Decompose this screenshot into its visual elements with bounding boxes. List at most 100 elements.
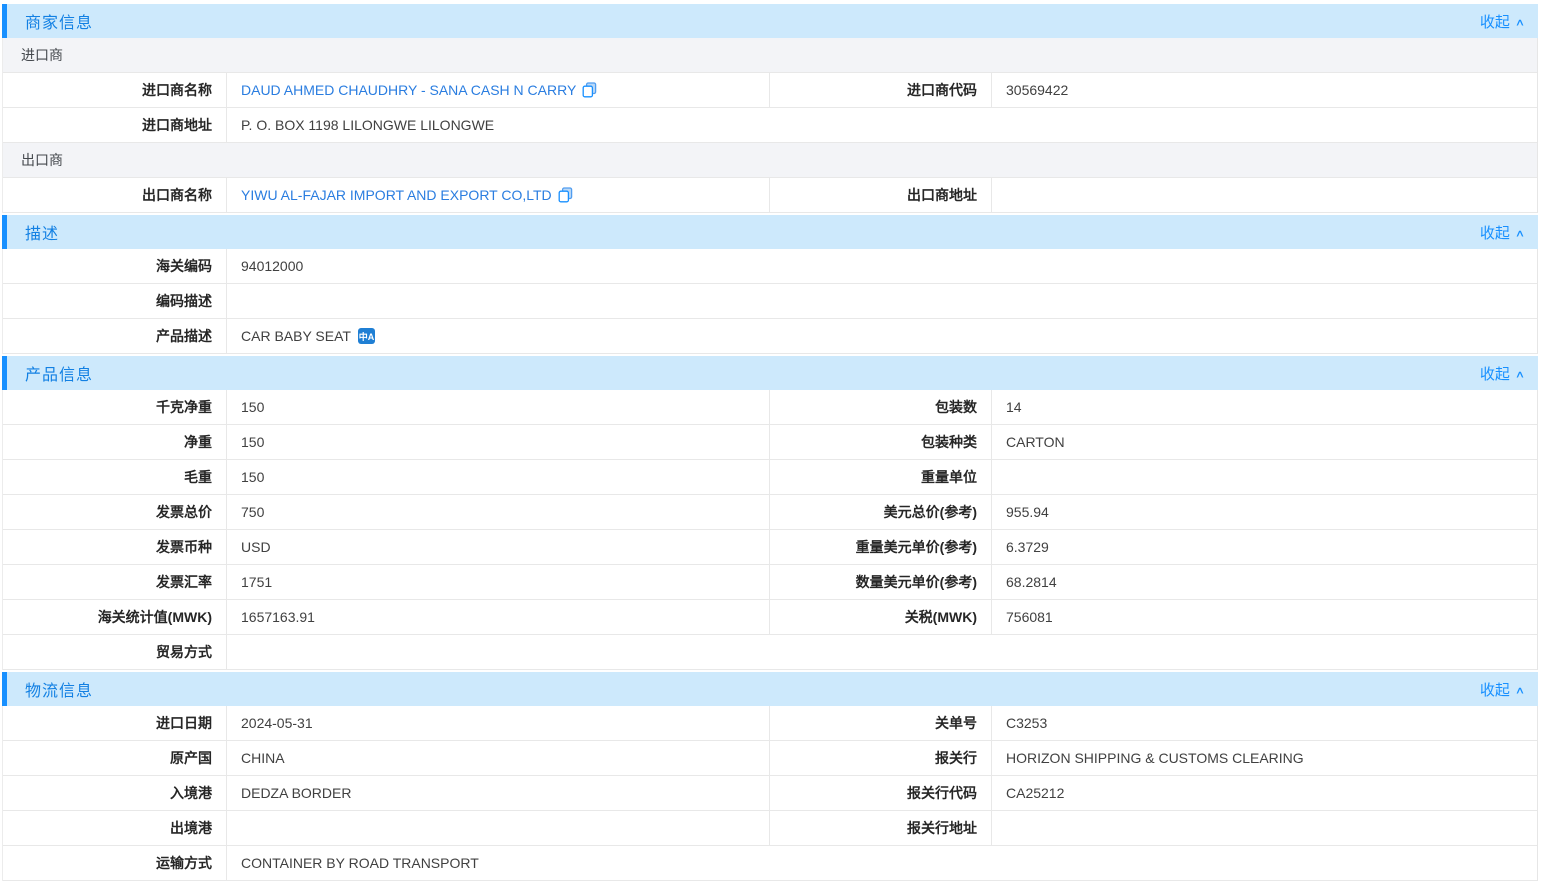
field-value: CAR BABY SEAT中A <box>227 319 1537 353</box>
field-label: 重量单位 <box>770 460 992 494</box>
table-row: 进口日期 2024-05-31 关单号 C3253 <box>3 706 1537 741</box>
collapse-toggle[interactable]: 收起 ∧ <box>1480 222 1524 243</box>
collapse-toggle[interactable]: 收起 ∧ <box>1480 679 1524 700</box>
translate-icon[interactable]: 中A <box>358 328 375 344</box>
field-label: 贸易方式 <box>3 635 227 669</box>
field-label: 关单号 <box>770 706 992 740</box>
field-value-text: 955.94 <box>1006 504 1049 520</box>
field-value: 68.2814 <box>992 565 1537 599</box>
field-label: 数量美元单价(参考) <box>770 565 992 599</box>
table-row: 原产国 CHINA 报关行 HORIZON SHIPPING & CUSTOMS… <box>3 741 1537 776</box>
section-merchant-info: 商家信息 收起 ∧ 进口商 进口商名称 DAUD AHMED CHAUDHRY … <box>2 4 1538 213</box>
section-title: 描述 <box>25 220 59 244</box>
section-rows: 进口商 进口商名称 DAUD AHMED CHAUDHRY - SANA CAS… <box>2 38 1538 213</box>
field-value: P. O. BOX 1198 LILONGWE LILONGWE <box>227 108 1537 142</box>
field-label: 发票币种 <box>3 530 227 564</box>
field-value-text: 150 <box>241 469 264 485</box>
field-value-text: 68.2814 <box>1006 574 1057 590</box>
field-label: 发票总价 <box>3 495 227 529</box>
field-value: 150 <box>227 390 770 424</box>
field-value: HORIZON SHIPPING & CUSTOMS CLEARING <box>992 741 1537 775</box>
field-label: 报关行代码 <box>770 776 992 810</box>
table-row: 进口商地址 P. O. BOX 1198 LILONGWE LILONGWE <box>3 108 1537 143</box>
field-value: CONTAINER BY ROAD TRANSPORT <box>227 846 1537 880</box>
field-value-text: CARTON <box>1006 434 1065 450</box>
field-label: 进口商名称 <box>3 73 227 107</box>
table-row: 毛重 150 重量单位 <box>3 460 1537 495</box>
collapse-label: 收起 <box>1480 363 1510 384</box>
field-label: 原产国 <box>3 741 227 775</box>
field-value-text: 150 <box>241 434 264 450</box>
field-value-text: P. O. BOX 1198 LILONGWE LILONGWE <box>241 117 494 133</box>
field-value-text: CA25212 <box>1006 785 1064 801</box>
field-value: DAUD AHMED CHAUDHRY - SANA CASH N CARRY <box>227 73 770 107</box>
group-row: 出口商 <box>3 143 1537 178</box>
chevron-up-icon: ∧ <box>1515 684 1525 696</box>
field-value-text: 1751 <box>241 574 272 590</box>
field-value-text: 14 <box>1006 399 1022 415</box>
field-value-text: 2024-05-31 <box>241 715 313 731</box>
field-value: 2024-05-31 <box>227 706 770 740</box>
company-link[interactable]: DAUD AHMED CHAUDHRY - SANA CASH N CARRY <box>241 82 576 98</box>
field-label: 运输方式 <box>3 846 227 880</box>
field-value: CHINA <box>227 741 770 775</box>
field-value-text: HORIZON SHIPPING & CUSTOMS CLEARING <box>1006 750 1304 766</box>
field-label: 入境港 <box>3 776 227 810</box>
collapse-toggle[interactable]: 收起 ∧ <box>1480 363 1524 384</box>
field-value-text: 6.3729 <box>1006 539 1049 555</box>
table-row: 出境港 报关行地址 <box>3 811 1537 846</box>
table-row: 发票汇率 1751 数量美元单价(参考) 68.2814 <box>3 565 1537 600</box>
collapse-label: 收起 <box>1480 679 1510 700</box>
field-value-text: 750 <box>241 504 264 520</box>
field-label: 编码描述 <box>3 284 227 318</box>
field-value: 94012000 <box>227 249 1537 283</box>
field-value: CARTON <box>992 425 1537 459</box>
field-value: USD <box>227 530 770 564</box>
field-value-text: CONTAINER BY ROAD TRANSPORT <box>241 855 479 871</box>
field-value <box>227 811 770 845</box>
field-label: 关税(MWK) <box>770 600 992 634</box>
collapse-toggle[interactable]: 收起 ∧ <box>1480 11 1524 32</box>
section-header: 产品信息 收起 ∧ <box>2 356 1538 390</box>
field-value <box>992 178 1537 212</box>
chevron-up-icon: ∧ <box>1515 16 1525 28</box>
section-logistics-info: 物流信息 收起 ∧ 进口日期 2024-05-31 关单号 C3253 原产国 … <box>2 672 1538 881</box>
field-label: 海关编码 <box>3 249 227 283</box>
section-rows: 海关编码 94012000 编码描述 产品描述 CAR BABY SEAT中A <box>2 249 1538 354</box>
table-row: 进口商名称 DAUD AHMED CHAUDHRY - SANA CASH N … <box>3 73 1537 108</box>
field-label: 进口商地址 <box>3 108 227 142</box>
table-row: 海关编码 94012000 <box>3 249 1537 284</box>
table-row: 发票总价 750 美元总价(参考) 955.94 <box>3 495 1537 530</box>
group-row: 进口商 <box>3 38 1537 73</box>
copy-icon[interactable] <box>582 82 597 98</box>
field-label: 美元总价(参考) <box>770 495 992 529</box>
field-value-text: C3253 <box>1006 715 1047 731</box>
field-value-text: 756081 <box>1006 609 1053 625</box>
table-row: 贸易方式 <box>3 635 1537 670</box>
field-label: 出口商名称 <box>3 178 227 212</box>
section-title: 产品信息 <box>25 361 93 385</box>
company-link[interactable]: YIWU AL-FAJAR IMPORT AND EXPORT CO,LTD <box>241 187 552 203</box>
customs-record-detail: 商家信息 收起 ∧ 进口商 进口商名称 DAUD AHMED CHAUDHRY … <box>0 0 1542 881</box>
field-value: 756081 <box>992 600 1537 634</box>
field-label: 发票汇率 <box>3 565 227 599</box>
field-value: 955.94 <box>992 495 1537 529</box>
field-value <box>992 460 1537 494</box>
section-title: 物流信息 <box>25 677 93 701</box>
field-value: 150 <box>227 460 770 494</box>
section-product-info: 产品信息 收起 ∧ 千克净重 150 包装数 14 净重 150 包装种类 CA… <box>2 356 1538 670</box>
field-label: 进口日期 <box>3 706 227 740</box>
field-value: CA25212 <box>992 776 1537 810</box>
section-header: 物流信息 收起 ∧ <box>2 672 1538 706</box>
field-label: 净重 <box>3 425 227 459</box>
field-value-text: USD <box>241 539 271 555</box>
field-label: 进口商代码 <box>770 73 992 107</box>
field-value-text: 30569422 <box>1006 82 1068 98</box>
field-value: YIWU AL-FAJAR IMPORT AND EXPORT CO,LTD <box>227 178 770 212</box>
field-label: 报关行地址 <box>770 811 992 845</box>
table-row: 产品描述 CAR BABY SEAT中A <box>3 319 1537 354</box>
field-value: C3253 <box>992 706 1537 740</box>
field-value-text: 94012000 <box>241 258 303 274</box>
copy-icon[interactable] <box>558 187 573 203</box>
field-label: 出境港 <box>3 811 227 845</box>
